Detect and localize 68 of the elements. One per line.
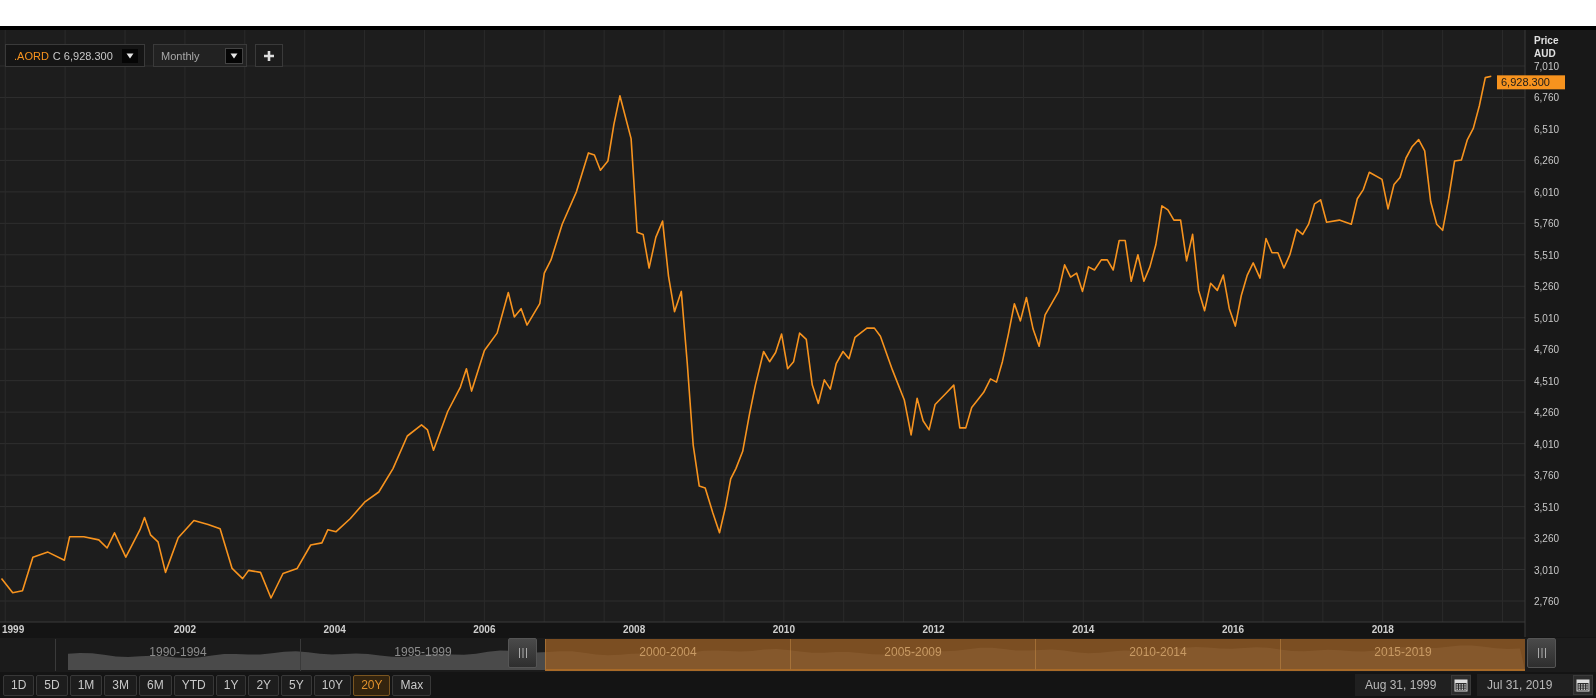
axis-label: 5,760 <box>1534 218 1560 230</box>
axis-label: 1999 <box>2 624 25 635</box>
date-text: Aug 31, 1999 <box>1365 678 1438 692</box>
range-button[interactable]: 6M <box>139 674 172 696</box>
axis-label: 6,760 <box>1534 92 1560 104</box>
add-button[interactable] <box>255 44 283 67</box>
range-handle[interactable] <box>1527 638 1556 668</box>
range-button[interactable]: 5Y <box>281 674 312 696</box>
axis-label: 3,760 <box>1534 470 1560 482</box>
axis-label: 3,510 <box>1534 501 1560 513</box>
interval-dropdown[interactable]: Monthly <box>153 44 247 67</box>
axis-label: 2002 <box>173 624 197 635</box>
range-button[interactable]: 3M <box>104 674 138 696</box>
calendar-button[interactable] <box>1451 675 1471 695</box>
range-handle[interactable] <box>508 638 537 668</box>
range-button[interactable]: Max <box>392 674 432 696</box>
axis-label: 2006 <box>473 624 496 635</box>
range-button[interactable]: 1M <box>69 674 103 696</box>
price-text: C 6,928.300 <box>52 49 114 62</box>
axis-label: 7,010 <box>1534 61 1560 72</box>
range-button[interactable]: 1D <box>3 674 35 696</box>
period-segment[interactable]: 1990-1994 <box>55 639 300 671</box>
axis-label: 5,260 <box>1534 281 1560 293</box>
axis-label: 3,260 <box>1534 533 1560 545</box>
period-label: 1990-1994 <box>149 645 207 659</box>
period-label: 2010-2014 <box>1129 645 1187 659</box>
axis-label: 4,510 <box>1534 375 1560 387</box>
axis-label: 4,010 <box>1534 438 1560 450</box>
axis-label: 5,010 <box>1534 312 1560 324</box>
range-button[interactable]: 2Y <box>248 674 280 696</box>
axis-label: 2012 <box>922 624 945 635</box>
period-label: 2015-2019 <box>1374 645 1432 659</box>
axis-label: 2,760 <box>1534 596 1560 607</box>
axis-label: 2010 <box>772 624 795 635</box>
axis-label: 4,260 <box>1534 407 1560 419</box>
axis-label: 4,760 <box>1534 344 1560 356</box>
axis-label: 6,010 <box>1534 186 1560 198</box>
axis-label: 3,010 <box>1534 564 1560 576</box>
caret-icon <box>122 48 138 63</box>
range-button[interactable]: 5D <box>36 674 68 696</box>
symbol-selector[interactable]: .AORD C 6,928.300 <box>5 44 145 67</box>
axis-title: Price <box>1534 35 1559 46</box>
symbol-text: .AORD <box>14 49 49 62</box>
axis-label: 2004 <box>323 624 346 635</box>
axis-label: 2016 <box>1221 624 1245 635</box>
range-button[interactable]: 1Y <box>215 674 247 696</box>
axis-label: 2008 <box>623 624 646 635</box>
period-label: 2000-2004 <box>639 645 697 659</box>
axis-label: 6,260 <box>1534 155 1560 167</box>
end-date-field[interactable]: Jul 31, 2019 <box>1477 674 1593 696</box>
axis-label: 2014 <box>1072 624 1095 635</box>
range-button[interactable]: 20Y <box>353 674 391 696</box>
date-text: Jul 31, 2019 <box>1487 678 1554 692</box>
period-label: 2005-2009 <box>884 645 942 659</box>
currency-label: AUD <box>1534 48 1556 59</box>
start-date-field[interactable]: Aug 31, 1999 <box>1355 674 1471 696</box>
range-button[interactable]: 10Y <box>313 674 352 696</box>
calendar-icon <box>1576 678 1590 692</box>
axis-label: 6,510 <box>1534 123 1560 135</box>
caret-icon <box>225 47 243 64</box>
calendar-button[interactable] <box>1573 675 1593 695</box>
calendar-icon <box>1454 678 1468 692</box>
axis-label: 2018 <box>1371 624 1394 635</box>
plus-icon <box>263 49 275 62</box>
period-label: 1995-1999 <box>394 645 452 659</box>
price-badge: 6,928.300 <box>1497 75 1565 90</box>
axis-label: 5,510 <box>1534 249 1560 261</box>
range-button[interactable]: YTD <box>173 674 214 696</box>
